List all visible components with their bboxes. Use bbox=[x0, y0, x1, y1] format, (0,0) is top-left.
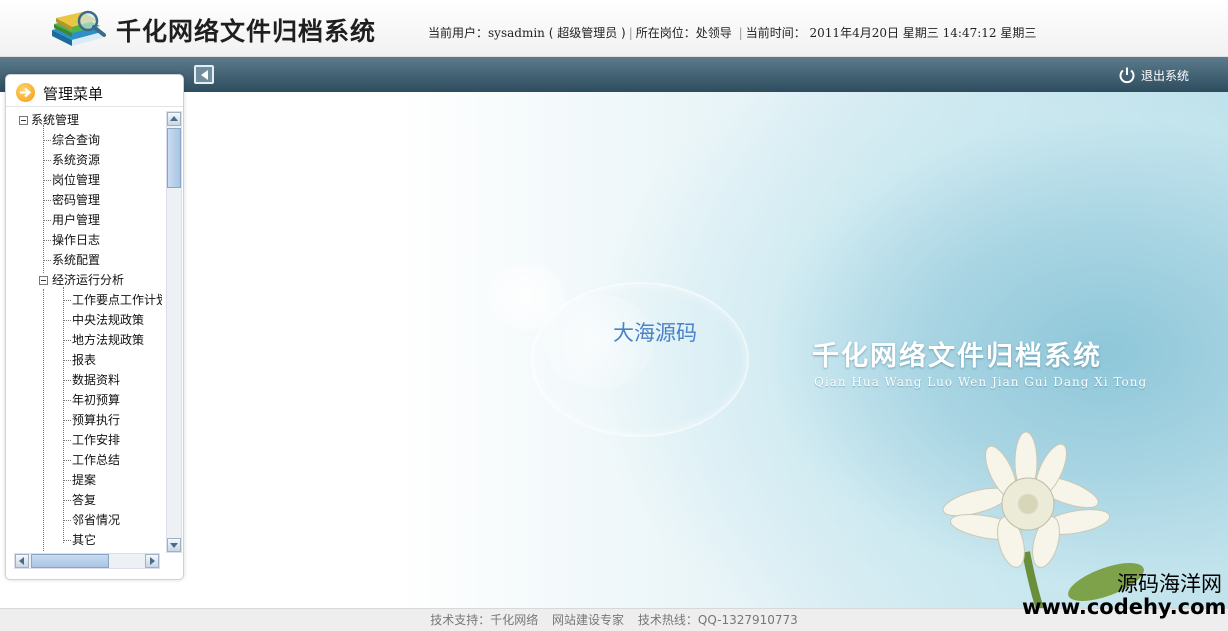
header: 千化网络文件归档系统 当前用户：sysadmin ( 超级管理员 ) | 所在岗位：… bbox=[0, 0, 1228, 57]
nav-bar: 退出系统 bbox=[0, 57, 1228, 92]
menu-tree: 系统管理 综合查询 系统资源 岗位管理 密码管理 用户管理 操作日志 系统配置 … bbox=[14, 111, 162, 551]
user-info-bar: 当前用户：sysadmin ( 超级管理员 ) | 所在岗位：处领导 | 当前时间： … bbox=[428, 26, 1037, 40]
footer-hotline: 技术热线：QQ-1327910773 bbox=[637, 613, 798, 627]
collapse-toggle-icon[interactable] bbox=[39, 276, 48, 285]
logout-button[interactable]: 退出系统 bbox=[1118, 65, 1189, 85]
triangle-right-icon bbox=[150, 557, 155, 565]
sidebar-menu-panel: 管理菜单 系统管理 综合查询 系统资源 岗位管理 密码管理 用户管理 操作日志 … bbox=[5, 74, 184, 580]
footer-support: 技术支持：千化网络 bbox=[430, 613, 539, 627]
triangle-left-icon bbox=[201, 70, 208, 80]
collapse-sidebar-button[interactable] bbox=[194, 65, 214, 84]
tree-item[interactable]: 邻省情况 bbox=[72, 511, 120, 529]
tree-item[interactable]: 预算执行 bbox=[72, 411, 120, 429]
site-watermark-name: 源码海洋网 bbox=[1117, 572, 1222, 596]
time-label: 当前时间： bbox=[745, 26, 806, 40]
power-icon bbox=[1119, 67, 1135, 84]
logout-label: 退出系统 bbox=[1141, 68, 1190, 83]
vertical-scroll-thumb[interactable] bbox=[167, 128, 181, 188]
current-user-name: sysadmin bbox=[488, 26, 545, 40]
tree-item[interactable]: 工作总结 bbox=[72, 451, 120, 469]
tree-item[interactable]: 系统资源 bbox=[52, 151, 100, 169]
light-ring bbox=[531, 282, 749, 437]
tree-item[interactable]: 岗位管理 bbox=[52, 171, 100, 189]
scroll-right-button[interactable] bbox=[145, 554, 159, 568]
main-banner: 大海源码 千化网络文件归档系统 Qian Hua Wang Luo Wen Ji… bbox=[186, 92, 1228, 608]
tree-item[interactable]: 数据资料 bbox=[72, 371, 120, 389]
triangle-down-icon bbox=[170, 543, 178, 548]
post-label: 所在岗位： bbox=[635, 26, 696, 40]
tree-item[interactable]: 密码管理 bbox=[52, 191, 100, 209]
scroll-up-button[interactable] bbox=[167, 112, 181, 126]
tree-item[interactable]: 系统配置 bbox=[52, 251, 100, 269]
horizontal-scroll-thumb[interactable] bbox=[31, 554, 109, 568]
current-date: 2011年4月20日 星期三 bbox=[809, 26, 939, 40]
tree-item[interactable]: 报表 bbox=[72, 351, 96, 369]
tree-node-system-management[interactable]: 系统管理 bbox=[31, 111, 79, 129]
tree-item[interactable]: 用户管理 bbox=[52, 211, 100, 229]
arrow-right-icon bbox=[16, 83, 35, 102]
triangle-up-icon bbox=[170, 116, 178, 121]
current-time: 14:47:12 星期三 bbox=[942, 26, 1037, 40]
logo-books-icon bbox=[52, 10, 106, 46]
footer-slogan: 网站建设专家 bbox=[552, 613, 625, 627]
watermark-text: 大海源码 bbox=[613, 321, 697, 345]
tree-item[interactable]: 地方法规政策 bbox=[72, 331, 144, 349]
triangle-left-icon bbox=[19, 557, 24, 565]
current-user-label: 当前用户： bbox=[428, 26, 489, 40]
tree-item[interactable]: 答复 bbox=[72, 491, 96, 509]
tree-item[interactable]: 其它 bbox=[72, 531, 96, 549]
banner-pinyin: Qian Hua Wang Luo Wen Jian Gui Dang Xi T… bbox=[814, 375, 1148, 389]
post-value: 处领导 bbox=[695, 26, 732, 40]
tree-item[interactable]: 提案 bbox=[72, 471, 96, 489]
sidebar-title: 管理菜单 bbox=[43, 85, 104, 103]
collapse-toggle-icon[interactable] bbox=[19, 116, 28, 125]
tree-item[interactable]: 工作安排 bbox=[72, 431, 120, 449]
horizontal-scrollbar[interactable] bbox=[14, 553, 160, 569]
sidebar-header: 管理菜单 bbox=[6, 75, 183, 107]
user-role: ( 超级管理员 ) bbox=[548, 26, 626, 40]
tree-item[interactable]: 操作日志 bbox=[52, 231, 100, 249]
site-watermark: 源码海洋网 www.codehy.com bbox=[1022, 572, 1227, 619]
banner-title: 千化网络文件归档系统 bbox=[812, 341, 1102, 372]
tree-item[interactable]: 中央法规政策 bbox=[72, 311, 144, 329]
site-watermark-url: www.codehy.com bbox=[1022, 595, 1227, 619]
tree-item[interactable]: 工作要点工作计划 bbox=[72, 291, 162, 309]
scroll-left-button[interactable] bbox=[15, 554, 29, 568]
vertical-scrollbar[interactable] bbox=[166, 111, 182, 553]
scroll-down-button[interactable] bbox=[167, 538, 181, 552]
tree-item[interactable]: 综合查询 bbox=[52, 131, 100, 149]
tree-item[interactable]: 年初预算 bbox=[72, 391, 120, 409]
app-title: 千化网络文件归档系统 bbox=[116, 17, 377, 46]
